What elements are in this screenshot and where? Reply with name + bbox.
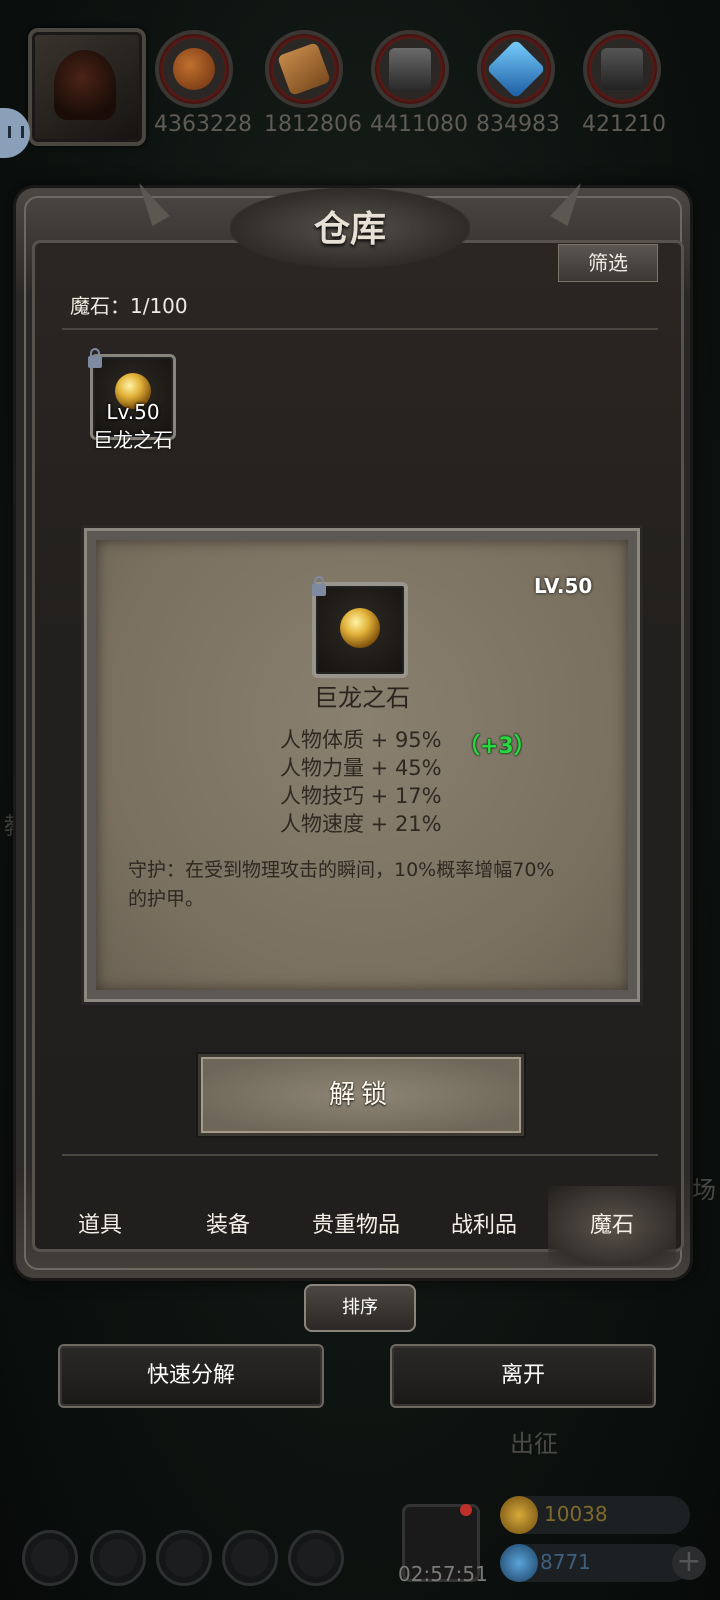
resource-wood: 1812806 (264, 30, 362, 137)
tab-equipment[interactable]: 装备 (164, 1186, 292, 1266)
sort-button[interactable]: 排序 (304, 1284, 416, 1332)
lock-icon (88, 348, 102, 368)
iron-icon (389, 48, 431, 90)
expedition-label[interactable]: 出征 (510, 1424, 558, 1459)
item-count: 魔石：1/100 (70, 294, 188, 318)
resource-meat-value: 4363228 (154, 112, 252, 137)
mail-icon[interactable] (222, 1530, 278, 1586)
resource-stone-value: 421210 (582, 112, 666, 137)
gold-amount: 10038 (544, 1502, 608, 1526)
leave-button[interactable]: 离开 (390, 1344, 656, 1408)
resource-crystal: 834983 (476, 30, 560, 137)
stone-icon (601, 48, 643, 90)
hood-icon (54, 50, 116, 120)
stat-line: 人物力量 + 45% (280, 756, 442, 780)
lock-icon (312, 576, 326, 596)
filter-button[interactable]: 筛选 (558, 244, 658, 282)
gold-icon (500, 1496, 538, 1534)
map-icon[interactable] (288, 1530, 344, 1586)
add-icon[interactable]: + (672, 1546, 706, 1580)
guild-icon[interactable] (156, 1530, 212, 1586)
side-label-right: 场 (692, 1176, 716, 1204)
category-tabs: 道具 装备 贵重物品 战利品 魔石 (36, 1186, 676, 1266)
panel-title: 仓库 (313, 208, 386, 250)
dragon-stone-icon (340, 608, 380, 648)
gem-icon (500, 1544, 538, 1582)
meat-icon (173, 48, 215, 90)
resource-iron-value: 4411080 (370, 112, 468, 137)
tab-valuables[interactable]: 贵重物品 (292, 1186, 420, 1266)
detail-name: 巨龙之石 (314, 684, 410, 712)
pause-button[interactable] (0, 108, 30, 158)
gem-amount: 8771 (540, 1550, 591, 1574)
item-name: 巨龙之石 (93, 428, 173, 452)
quick-disassemble-button[interactable]: 快速分解 (58, 1344, 324, 1408)
tab-items[interactable]: 道具 (36, 1186, 164, 1266)
player-portrait[interactable] (28, 28, 146, 146)
tab-magic-stone[interactable]: 魔石 (548, 1186, 676, 1266)
timer: 02:57:51 (398, 1562, 488, 1586)
stat-bonus: （+3） (458, 734, 536, 759)
notification-dot (460, 1504, 472, 1516)
wood-icon (277, 42, 331, 96)
settings-icon[interactable] (22, 1530, 78, 1586)
detail-level: LV.50 (534, 574, 593, 598)
resource-crystal-value: 834983 (476, 112, 560, 137)
resource-wood-value: 1812806 (264, 112, 362, 137)
unlock-button[interactable]: 解锁 (198, 1054, 524, 1136)
stat-line: 人物速度 + 21% (280, 812, 442, 836)
resource-meat: 4363228 (154, 30, 252, 137)
divider (62, 1154, 658, 1156)
resource-iron: 4411080 (370, 30, 468, 137)
stat-line: 人物体质 + 95% (280, 728, 442, 752)
tab-loot[interactable]: 战利品 (420, 1186, 548, 1266)
detail-item-slot (312, 582, 408, 678)
achievement-icon[interactable] (90, 1530, 146, 1586)
stat-line: 人物技巧 + 17% (280, 784, 442, 808)
item-level: Lv.50 (106, 400, 160, 424)
divider (62, 328, 658, 330)
resource-stone: 421210 (582, 30, 666, 137)
crystal-icon (486, 39, 546, 99)
item-description: 守护：在受到物理攻击的瞬间，10%概率增幅70%的护甲。 (128, 859, 555, 910)
